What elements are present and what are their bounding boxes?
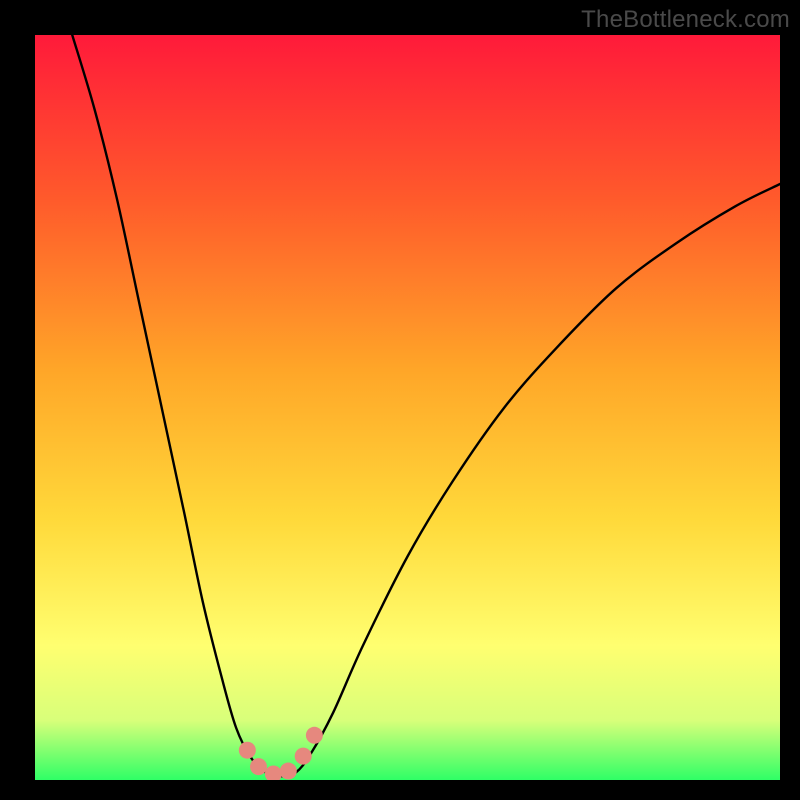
chart-frame: TheBottleneck.com [0, 0, 800, 800]
optimum-dot [280, 763, 297, 780]
watermark-text: TheBottleneck.com [581, 6, 790, 34]
gradient-background [35, 35, 780, 780]
optimum-dot [295, 748, 312, 765]
optimum-dot [306, 727, 323, 744]
bottleneck-chart [35, 35, 780, 780]
optimum-dot [239, 742, 256, 759]
plot-area [35, 35, 780, 780]
optimum-dot [250, 758, 267, 775]
